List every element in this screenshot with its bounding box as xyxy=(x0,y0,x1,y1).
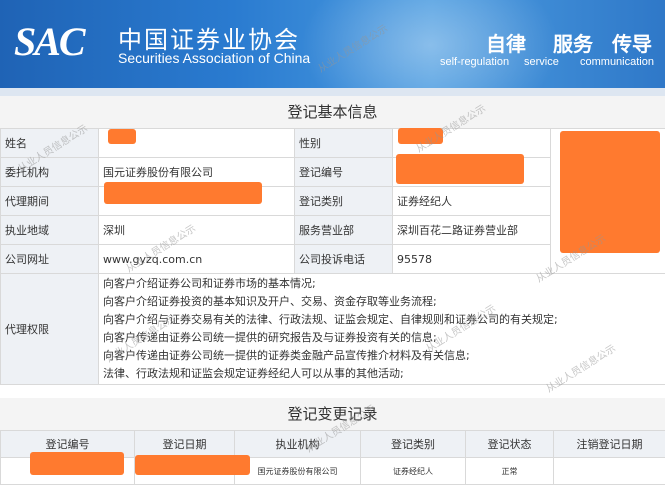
authority-line: 向客户传递由证券公司统一提供的证券类金融产品宣传推介材料及有关信息; xyxy=(103,347,661,365)
authority-value: 向客户介绍证券公司和证券市场的基本情况; 向客户介绍证券投资的基本知识及开户、交… xyxy=(99,274,665,385)
change-records-title: 登记变更记录 xyxy=(0,398,665,430)
redacted-record-extra xyxy=(228,455,250,475)
col-reg-date: 登记日期 xyxy=(135,431,235,458)
motto-service-en: service xyxy=(524,56,559,68)
redacted-name xyxy=(108,129,136,144)
motto-communication-cn: 传导 xyxy=(612,28,652,57)
org-name-en: Securities Association of China xyxy=(118,50,310,66)
redacted-agent-period xyxy=(104,182,262,204)
col-institution: 执业机构 xyxy=(235,431,361,458)
agency-label: 委托机构 xyxy=(1,158,99,187)
redacted-gender xyxy=(398,128,443,144)
col-status: 登记状态 xyxy=(466,431,554,458)
complaint-phone-label: 公司投诉电话 xyxy=(295,245,393,274)
motto-self-regulation-en: self-regulation xyxy=(440,56,509,68)
authority-line: 向客户介绍证券投资的基本知识及开户、交易、资金存取等业务流程; xyxy=(103,293,661,311)
name-label: 姓名 xyxy=(1,129,99,158)
authority-line: 向客户介绍证券公司和证券市场的基本情况; xyxy=(103,275,661,293)
service-dept-value: 深圳百花二路证券营业部 xyxy=(393,216,551,245)
banner-divider xyxy=(0,88,665,96)
reg-category-label: 登记类别 xyxy=(295,187,393,216)
authority-label: 代理权限 xyxy=(1,274,99,385)
authority-line: 法律、行政法规和证监会规定证券经纪人可以从事的其他活动; xyxy=(103,365,661,383)
authority-line: 向客户传递由证券公司统一提供的研究报告及与证券投资有关的信息; xyxy=(103,329,661,347)
gender-label: 性别 xyxy=(295,129,393,158)
redacted-photo xyxy=(560,131,660,253)
header-banner: SAC 中国证券业协会 Securities Association of Ch… xyxy=(0,0,665,88)
redacted-record-reg-date xyxy=(135,455,235,475)
location-value: 深圳 xyxy=(99,216,295,245)
cell-institution: 国元证券股份有限公司 xyxy=(235,458,361,485)
col-category: 登记类别 xyxy=(361,431,466,458)
motto-service-cn: 服务 xyxy=(553,28,593,57)
motto-self-regulation-cn: 自律 xyxy=(486,28,526,57)
cell-status: 正常 xyxy=(466,458,554,485)
location-label: 执业地域 xyxy=(1,216,99,245)
cell-category: 证券经纪人 xyxy=(361,458,466,485)
reg-category-value: 证券经纪人 xyxy=(393,187,551,216)
redacted-reg-no xyxy=(396,154,524,184)
website-value[interactable]: www.gyzq.com.cn xyxy=(99,245,295,274)
row-authority: 代理权限 向客户介绍证券公司和证券市场的基本情况; 向客户介绍证券投资的基本知识… xyxy=(1,274,665,385)
agent-period-label: 代理期间 xyxy=(1,187,99,216)
complaint-phone-value: 95578 xyxy=(393,245,551,274)
redacted-record-reg-no xyxy=(30,452,124,475)
col-cancel-date: 注销登记日期 xyxy=(554,431,665,458)
motto-communication-en: communication xyxy=(580,56,654,68)
reg-no-label: 登记编号 xyxy=(295,158,393,187)
authority-line: 向客户介绍与证券交易有关的法律、行政法规、证监会规定、自律规则和证券公司的有关规… xyxy=(103,311,661,329)
service-dept-label: 服务营业部 xyxy=(295,216,393,245)
cell-cancel-date xyxy=(554,458,665,485)
website-label: 公司网址 xyxy=(1,245,99,274)
basic-info-title: 登记基本信息 xyxy=(0,96,665,128)
sac-logo[interactable]: SAC xyxy=(14,18,84,65)
